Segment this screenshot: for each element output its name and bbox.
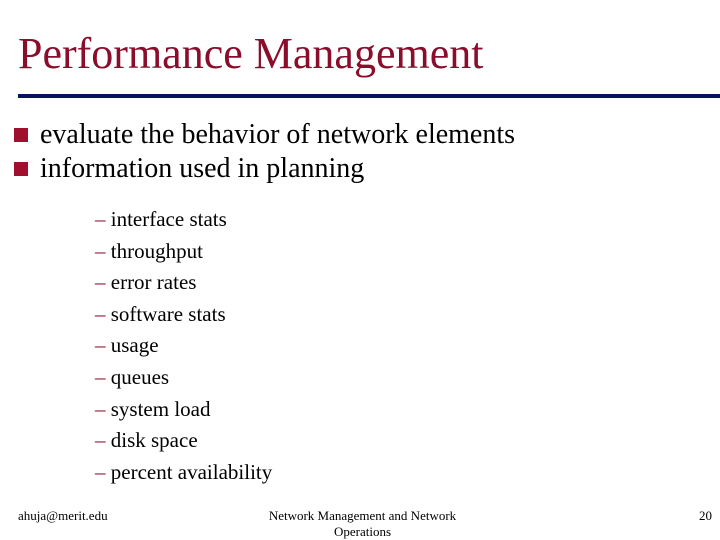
dash-marker-icon: –	[95, 428, 106, 453]
sub-bullet-text: software stats	[110, 301, 226, 326]
dash-marker-icon: –	[95, 270, 106, 295]
dash-marker-icon: –	[95, 459, 106, 484]
footer-email: ahuja@merit.edu	[18, 508, 108, 523]
bullet-item: information used in planning	[14, 152, 364, 186]
sub-bullet-item: – throughput	[95, 238, 203, 264]
sub-bullet-item: – software stats	[95, 301, 226, 327]
dash-marker-icon: –	[95, 207, 106, 231]
sub-bullet-item: – system load	[95, 396, 211, 422]
page-number: 20	[699, 508, 712, 523]
sub-bullet-text: system load	[110, 396, 211, 421]
bullet-text: information used in planning	[40, 153, 365, 184]
sub-bullet-item: – interface stats	[95, 206, 227, 232]
sub-bullet-item: – error rates	[95, 269, 196, 295]
dash-marker-icon: –	[95, 365, 106, 389]
sub-bullet-text: error rates	[110, 270, 197, 295]
sub-bullet-text: disk space	[110, 428, 198, 453]
sub-bullet-item: – queues	[95, 364, 169, 390]
dash-marker-icon: –	[95, 238, 106, 263]
footer-course-title: Network Management and Network Operation…	[268, 508, 457, 539]
title-divider	[18, 94, 720, 98]
dash-marker-icon: –	[95, 396, 106, 421]
sub-bullet-text: throughput	[110, 238, 203, 263]
bullet-text: evaluate the behavior of network element…	[40, 119, 516, 150]
slide-title: Performance Management	[18, 29, 484, 78]
dash-marker-icon: –	[95, 301, 106, 326]
sub-bullet-item: – usage	[95, 332, 159, 358]
sub-bullet-text: usage	[110, 333, 159, 358]
sub-bullet-item: – percent availability	[95, 459, 272, 485]
sub-bullet-text: queues	[110, 365, 170, 389]
dash-marker-icon: –	[95, 333, 106, 358]
sub-bullet-text: interface stats	[110, 207, 227, 231]
sub-bullet-text: percent availability	[110, 459, 273, 484]
bullet-item: evaluate the behavior of network element…	[14, 118, 515, 152]
sub-bullet-item: – disk space	[95, 427, 198, 453]
square-bullet-icon	[14, 162, 28, 176]
square-bullet-icon	[14, 128, 28, 142]
